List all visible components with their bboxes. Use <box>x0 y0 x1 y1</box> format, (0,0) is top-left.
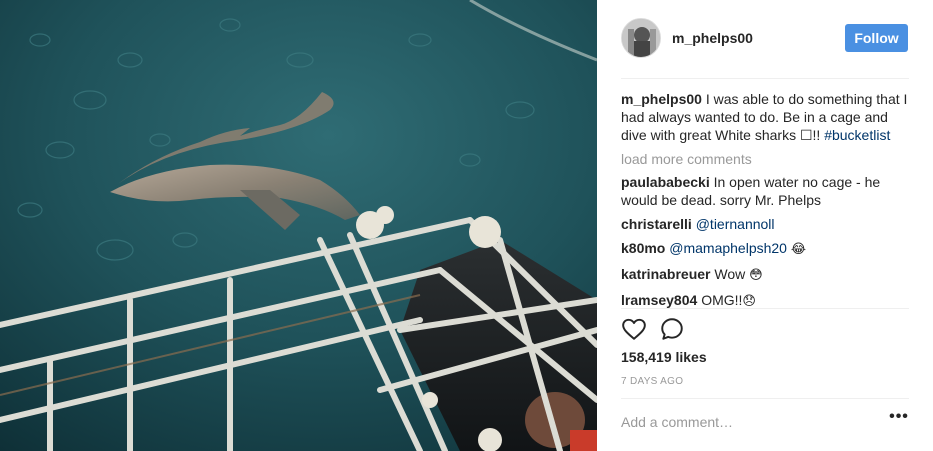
comment-author[interactable]: lramsey804 <box>621 292 697 308</box>
comment-mention[interactable]: @mamaphelpsh20 <box>669 240 787 256</box>
more-options-icon[interactable]: ••• <box>887 409 911 430</box>
comment-emoji: 😂 <box>790 242 807 257</box>
follow-button[interactable]: Follow <box>845 24 908 52</box>
load-more-comments-link[interactable]: load more comments <box>621 150 911 168</box>
post-author-username[interactable]: m_phelps00 <box>672 30 753 46</box>
divider <box>621 398 909 399</box>
comments-list: m_phelps00 I was able to do something th… <box>621 90 911 311</box>
post-caption: m_phelps00 I was able to do something th… <box>621 90 911 144</box>
post-date[interactable]: 7 DAYS AGO <box>621 376 683 387</box>
avatar[interactable] <box>621 18 661 58</box>
comment: christarelli @tiernannoll <box>621 215 911 233</box>
hashtag-link[interactable]: #bucketlist <box>824 127 890 143</box>
add-comment-input[interactable] <box>621 412 871 432</box>
comment-bubble-icon[interactable] <box>659 316 685 342</box>
divider <box>621 78 909 79</box>
shark-cage-image <box>0 0 597 451</box>
likes-count[interactable]: 158,419 likes <box>621 349 707 365</box>
divider <box>621 308 909 309</box>
post-header: m_phelps00 Follow <box>597 0 933 78</box>
post-details-panel: m_phelps00 Follow m_phelps00 I was able … <box>597 0 933 451</box>
comment-author[interactable]: paulababecki <box>621 174 710 190</box>
comment-text: OMG!! <box>701 292 743 308</box>
comment-emoji: 😳 <box>749 268 763 283</box>
comment-text: Wow <box>714 266 746 282</box>
comment-author[interactable]: katrinabreuer <box>621 266 710 282</box>
post-photo[interactable] <box>0 0 597 451</box>
comment-author[interactable]: k80mo <box>621 240 665 256</box>
comment: paulababecki In open water no cage - he … <box>621 173 911 209</box>
comment-emoji: 😞 <box>742 294 756 309</box>
comment: katrinabreuer Wow 😳 <box>621 265 911 285</box>
comment-mention[interactable]: @tiernannoll <box>696 216 775 232</box>
caption-author[interactable]: m_phelps00 <box>621 91 702 107</box>
heart-icon[interactable] <box>621 316 647 342</box>
comment-author[interactable]: christarelli <box>621 216 692 232</box>
avatar-image <box>622 19 660 57</box>
comment: k80mo @mamaphelpsh20 😂 <box>621 239 911 259</box>
